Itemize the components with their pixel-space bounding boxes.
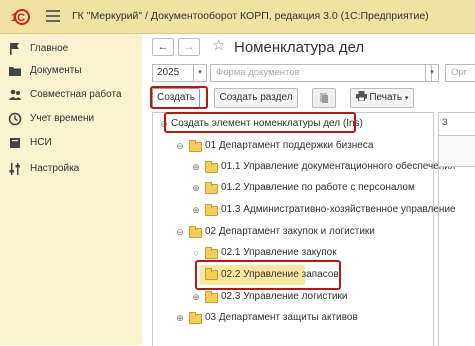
svg-text:1С: 1С: [11, 12, 25, 24]
folder-icon: [189, 312, 202, 324]
logo-1c-icon[interactable]: 1С: [8, 9, 36, 25]
right-panel: З: [438, 112, 475, 346]
year-dropdown-button[interactable]: ▾: [193, 64, 207, 82]
sidebar-item-collaboration[interactable]: Совместная работа: [0, 84, 142, 106]
sidebar-item-settings[interactable]: Настройка: [0, 158, 142, 180]
organization-field[interactable]: Орг: [445, 64, 475, 82]
folder-icon: [189, 226, 202, 238]
expand-icon[interactable]: ⊕: [191, 288, 201, 306]
nomenclature-tree[interactable]: ⊖ Создать элемент номенклатуры дел (Ins)…: [152, 112, 456, 346]
clock-icon: [8, 112, 22, 126]
chevron-down-icon: ▾: [404, 95, 409, 102]
folder-icon: [205, 161, 218, 173]
create-button-highlight: [150, 86, 208, 109]
right-panel-header: З: [442, 117, 448, 128]
forward-button[interactable]: →: [178, 38, 200, 56]
folder-icon: [9, 67, 21, 76]
print-button[interactable]: Печать ▾: [350, 88, 414, 108]
collapse-icon[interactable]: ⊖: [175, 137, 185, 155]
folder-icon: [205, 182, 218, 194]
expand-icon[interactable]: ⊕: [191, 158, 201, 176]
back-button[interactable]: ←: [152, 38, 174, 56]
sidebar: Главное Документы Совместная работа Учет…: [0, 34, 142, 345]
expand-icon[interactable]: ⊕: [191, 201, 201, 219]
year-field[interactable]: 2025: [152, 64, 194, 82]
sidebar-item-nsi[interactable]: НСИ: [0, 132, 142, 154]
expand-icon[interactable]: ⊕: [191, 179, 201, 197]
main-area: ← → ☆ Номенклатура дел 2025 ▾ Форма доку…: [142, 34, 475, 346]
favorite-star-icon[interactable]: ☆: [212, 36, 225, 54]
flag-icon: [10, 43, 19, 55]
sidebar-item-main[interactable]: Главное: [0, 38, 142, 60]
folder-icon: [189, 140, 202, 152]
title-bar: 1С ГК "Меркурий" / Документооборот КОРП,…: [0, 0, 475, 34]
printer-icon: [355, 91, 367, 102]
tooltip-highlight: [164, 112, 356, 133]
folder-icon: [205, 204, 218, 216]
folder-icon: [205, 291, 218, 303]
sidebar-item-time-tracking[interactable]: Учет времени: [0, 108, 142, 130]
document-form-dropdown-button[interactable]: ▾: [425, 64, 439, 82]
folder-icon: [205, 247, 218, 259]
copy-button[interactable]: [312, 88, 336, 108]
collapse-icon[interactable]: ⊖: [175, 223, 185, 241]
window-title: ГК "Меркурий" / Документооборот КОРП, ре…: [72, 10, 429, 22]
sidebar-item-documents[interactable]: Документы: [0, 60, 142, 82]
sliders-icon: [9, 163, 20, 175]
users-icon: [9, 89, 22, 100]
menu-icon[interactable]: [46, 10, 60, 22]
create-section-button[interactable]: Создать раздел: [214, 88, 298, 108]
right-panel-field[interactable]: [439, 135, 475, 167]
expand-icon[interactable]: ⊕: [175, 309, 185, 327]
selected-row-highlight: [195, 260, 341, 290]
book-icon: [10, 138, 20, 148]
document-form-field[interactable]: Форма документов: [210, 64, 432, 82]
copy-icon: [320, 93, 328, 103]
page-title: Номенклатура дел: [234, 39, 365, 56]
